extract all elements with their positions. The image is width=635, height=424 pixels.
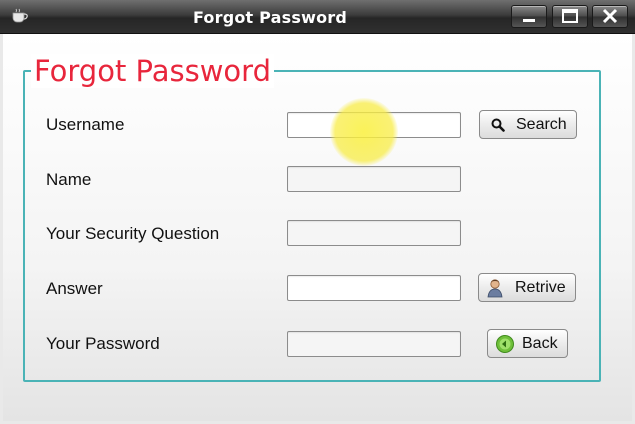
back-button-label: Back [522,335,558,352]
minimize-icon [523,19,535,22]
answer-input[interactable] [287,275,461,301]
maximize-icon [562,9,578,23]
close-icon [602,8,618,24]
answer-label: Answer [46,279,103,298]
maximize-button[interactable] [552,5,588,28]
back-arrow-icon [496,335,514,353]
retrive-button-label: Retrive [515,279,566,296]
magnifier-icon [491,118,505,132]
retrive-button[interactable]: Retrive [478,273,576,302]
search-button-label: Search [516,116,567,133]
minimize-button[interactable] [511,5,547,28]
your-password-field[interactable] [287,331,461,357]
user-icon [487,279,503,298]
security-question-label: Your Security Question [46,224,220,243]
name-label: Name [46,170,92,189]
back-button[interactable]: Back [487,329,568,358]
form-group-title: Forgot Password [31,54,274,88]
username-label: Username [46,115,125,134]
close-button[interactable] [592,5,628,28]
search-button[interactable]: Search [479,110,577,139]
your-password-label: Your Password [46,334,160,353]
name-field[interactable] [287,166,461,192]
cursor-highlight [330,98,398,166]
window-titlebar[interactable]: Forgot Password [0,0,635,34]
security-question-field[interactable] [287,220,461,246]
